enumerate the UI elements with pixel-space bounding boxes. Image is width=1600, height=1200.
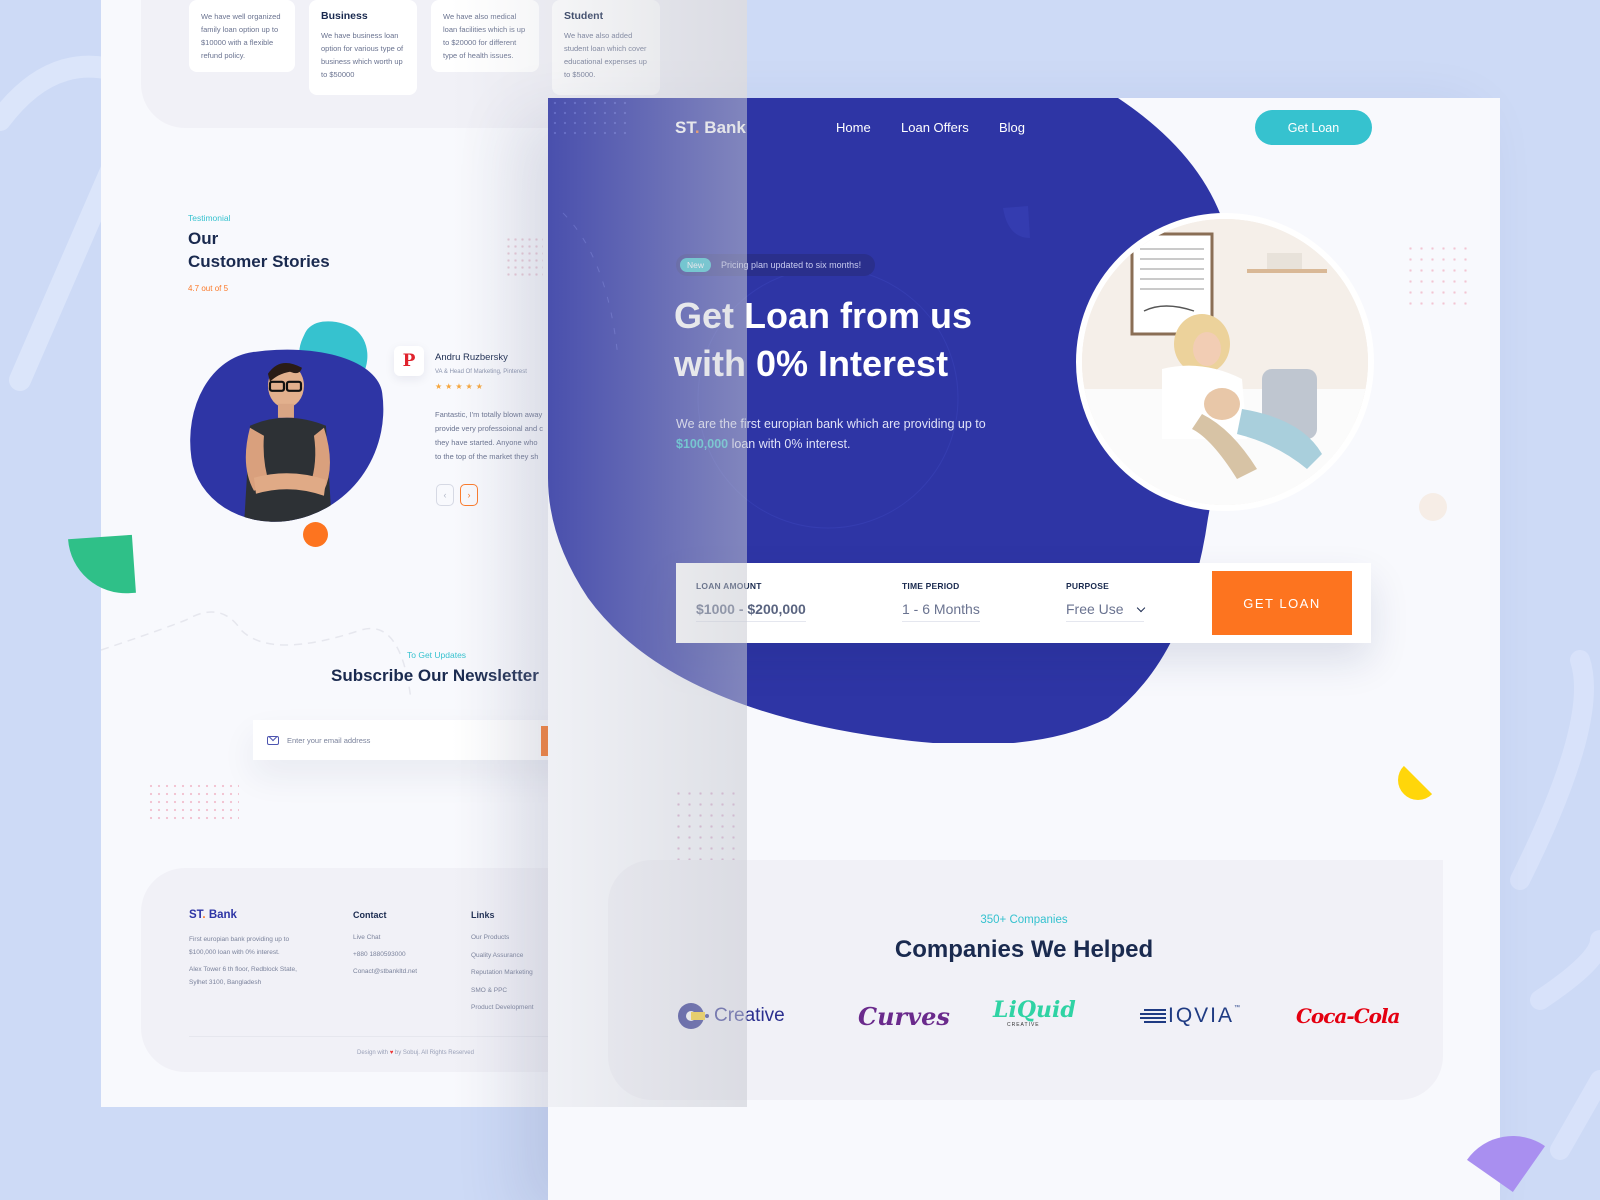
company-logo-liquid: LiQuid CREATIVE (993, 997, 1076, 1028)
time-period-input[interactable]: 1 - 6 Months (902, 601, 980, 622)
mail-icon (267, 735, 279, 745)
next-review-button[interactable]: › (460, 484, 478, 506)
loan-card-title: Business (321, 10, 368, 22)
orange-dot-decoration (303, 522, 328, 547)
footer-link[interactable]: Product Development (471, 1004, 534, 1011)
prev-review-button[interactable]: ‹ (436, 484, 454, 506)
time-period-label: TIME PERIOD (902, 581, 960, 591)
companies-eyebrow: 350+ Companies (980, 914, 1068, 926)
loan-card-student: Student We have also added student loan … (552, 0, 660, 95)
family-photo-illustration (1082, 219, 1368, 505)
iqvia-lines-icon (1140, 1009, 1166, 1023)
footer-contact-live-chat[interactable]: Live Chat (353, 934, 380, 941)
get-loan-submit-button[interactable]: GET LOAN (1212, 571, 1352, 635)
hero-title: Get Loan from us with 0% Interest (674, 295, 973, 384)
company-logo-creative: Creative (676, 998, 785, 1034)
hero-family-photo (1076, 213, 1374, 511)
loan-card-medical: We have also medical loan facilities whi… (431, 0, 539, 72)
testimonial-eyebrow: Testimonial (188, 213, 231, 223)
rating-text: 4.7 out of 5 (188, 284, 229, 293)
chevron-left-icon: ‹ (443, 490, 447, 500)
companies-section (608, 860, 1443, 1100)
footer-contact-phone[interactable]: +880 1880593000 (353, 951, 406, 958)
company-logo-curves: Curves (858, 1001, 950, 1031)
hero-description: We are the first europian bank which are… (676, 417, 986, 451)
newsletter-eyebrow: To Get Updates (407, 650, 467, 660)
creative-logo-icon (678, 1003, 709, 1029)
dot-pattern (1405, 243, 1473, 305)
footer-contact-heading: Contact (353, 910, 387, 920)
testimonial-title: Our Customer Stories (188, 229, 330, 271)
footer-link[interactable]: Reputation Marketing (471, 969, 533, 976)
purpose-select[interactable]: Free Use (1066, 601, 1145, 622)
footer-contact-email[interactable]: Conact@stbankltd.net (353, 968, 417, 975)
purpose-label: PURPOSE (1066, 581, 1109, 591)
loan-card-family: We have well organized family loan optio… (189, 0, 295, 72)
footer-copyright: Design with ♥ by Sobuj. All Rights Reser… (357, 1050, 474, 1056)
landing-page: ST. Bank Home Loan Offers Blog Get Loan … (548, 98, 1500, 1200)
new-badge: New (680, 258, 712, 272)
loan-card-title: Student (564, 10, 604, 22)
get-loan-nav-button[interactable]: Get Loan (1255, 110, 1372, 145)
footer-about: First europian bank providing up to $100… (189, 936, 290, 956)
reviewer-name: Andru Ruzbersky (435, 352, 508, 363)
nav-link-loan-offers[interactable]: Loan Offers (901, 120, 969, 135)
pinterest-icon: P (394, 346, 424, 376)
announcement-badge[interactable]: New Pricing plan updated to six months! (676, 254, 876, 276)
company-logo-iqvia: IQVIA ™ (1140, 998, 1240, 1034)
beige-dot-decoration (1419, 493, 1447, 521)
loan-search-form: LOAN AMOUNT $1000 - $200,000 TIME PERIOD… (676, 563, 1371, 643)
star-rating: ★★★★★ (435, 382, 486, 391)
footer-link[interactable]: Our Products (471, 934, 509, 941)
loan-amount-label: LOAN AMOUNT (696, 581, 762, 591)
dashed-curve-decoration (101, 611, 412, 701)
dot-pattern (550, 98, 628, 136)
person-illustration (243, 362, 332, 526)
loan-card-business: Business We have business loan option fo… (309, 0, 417, 95)
footer-links-heading: Links (471, 910, 495, 920)
footer-link[interactable]: Quality Assurance (471, 952, 523, 959)
reviewer-role: VA & Head Of Marketing, Pinterest (435, 369, 527, 375)
footer-logo[interactable]: ST. Bank (189, 909, 237, 921)
nav-link-home[interactable]: Home (836, 120, 871, 135)
footer-link[interactable]: SMO & PPC (471, 987, 507, 994)
nav-link-blog[interactable]: Blog (999, 120, 1025, 135)
heart-icon: ♥ (389, 1050, 394, 1056)
footer-address: Alex Tower 6 th floor, Redblock State, S… (189, 966, 297, 986)
dot-pattern (505, 236, 543, 278)
company-logo-coca-cola: Coca-Cola (1296, 1004, 1401, 1028)
chevron-right-icon: › (467, 490, 471, 500)
newsletter-title: Subscribe Our Newsletter (331, 666, 539, 685)
companies-title: Companies We Helped (894, 936, 1154, 963)
green-shape-decoration (68, 534, 136, 598)
chevron-down-icon (1136, 603, 1145, 613)
dot-pattern (147, 782, 239, 824)
brand-logo[interactable]: ST. Bank (675, 118, 746, 138)
loan-amount-input[interactable]: $1000 - $200,000 (696, 601, 806, 622)
